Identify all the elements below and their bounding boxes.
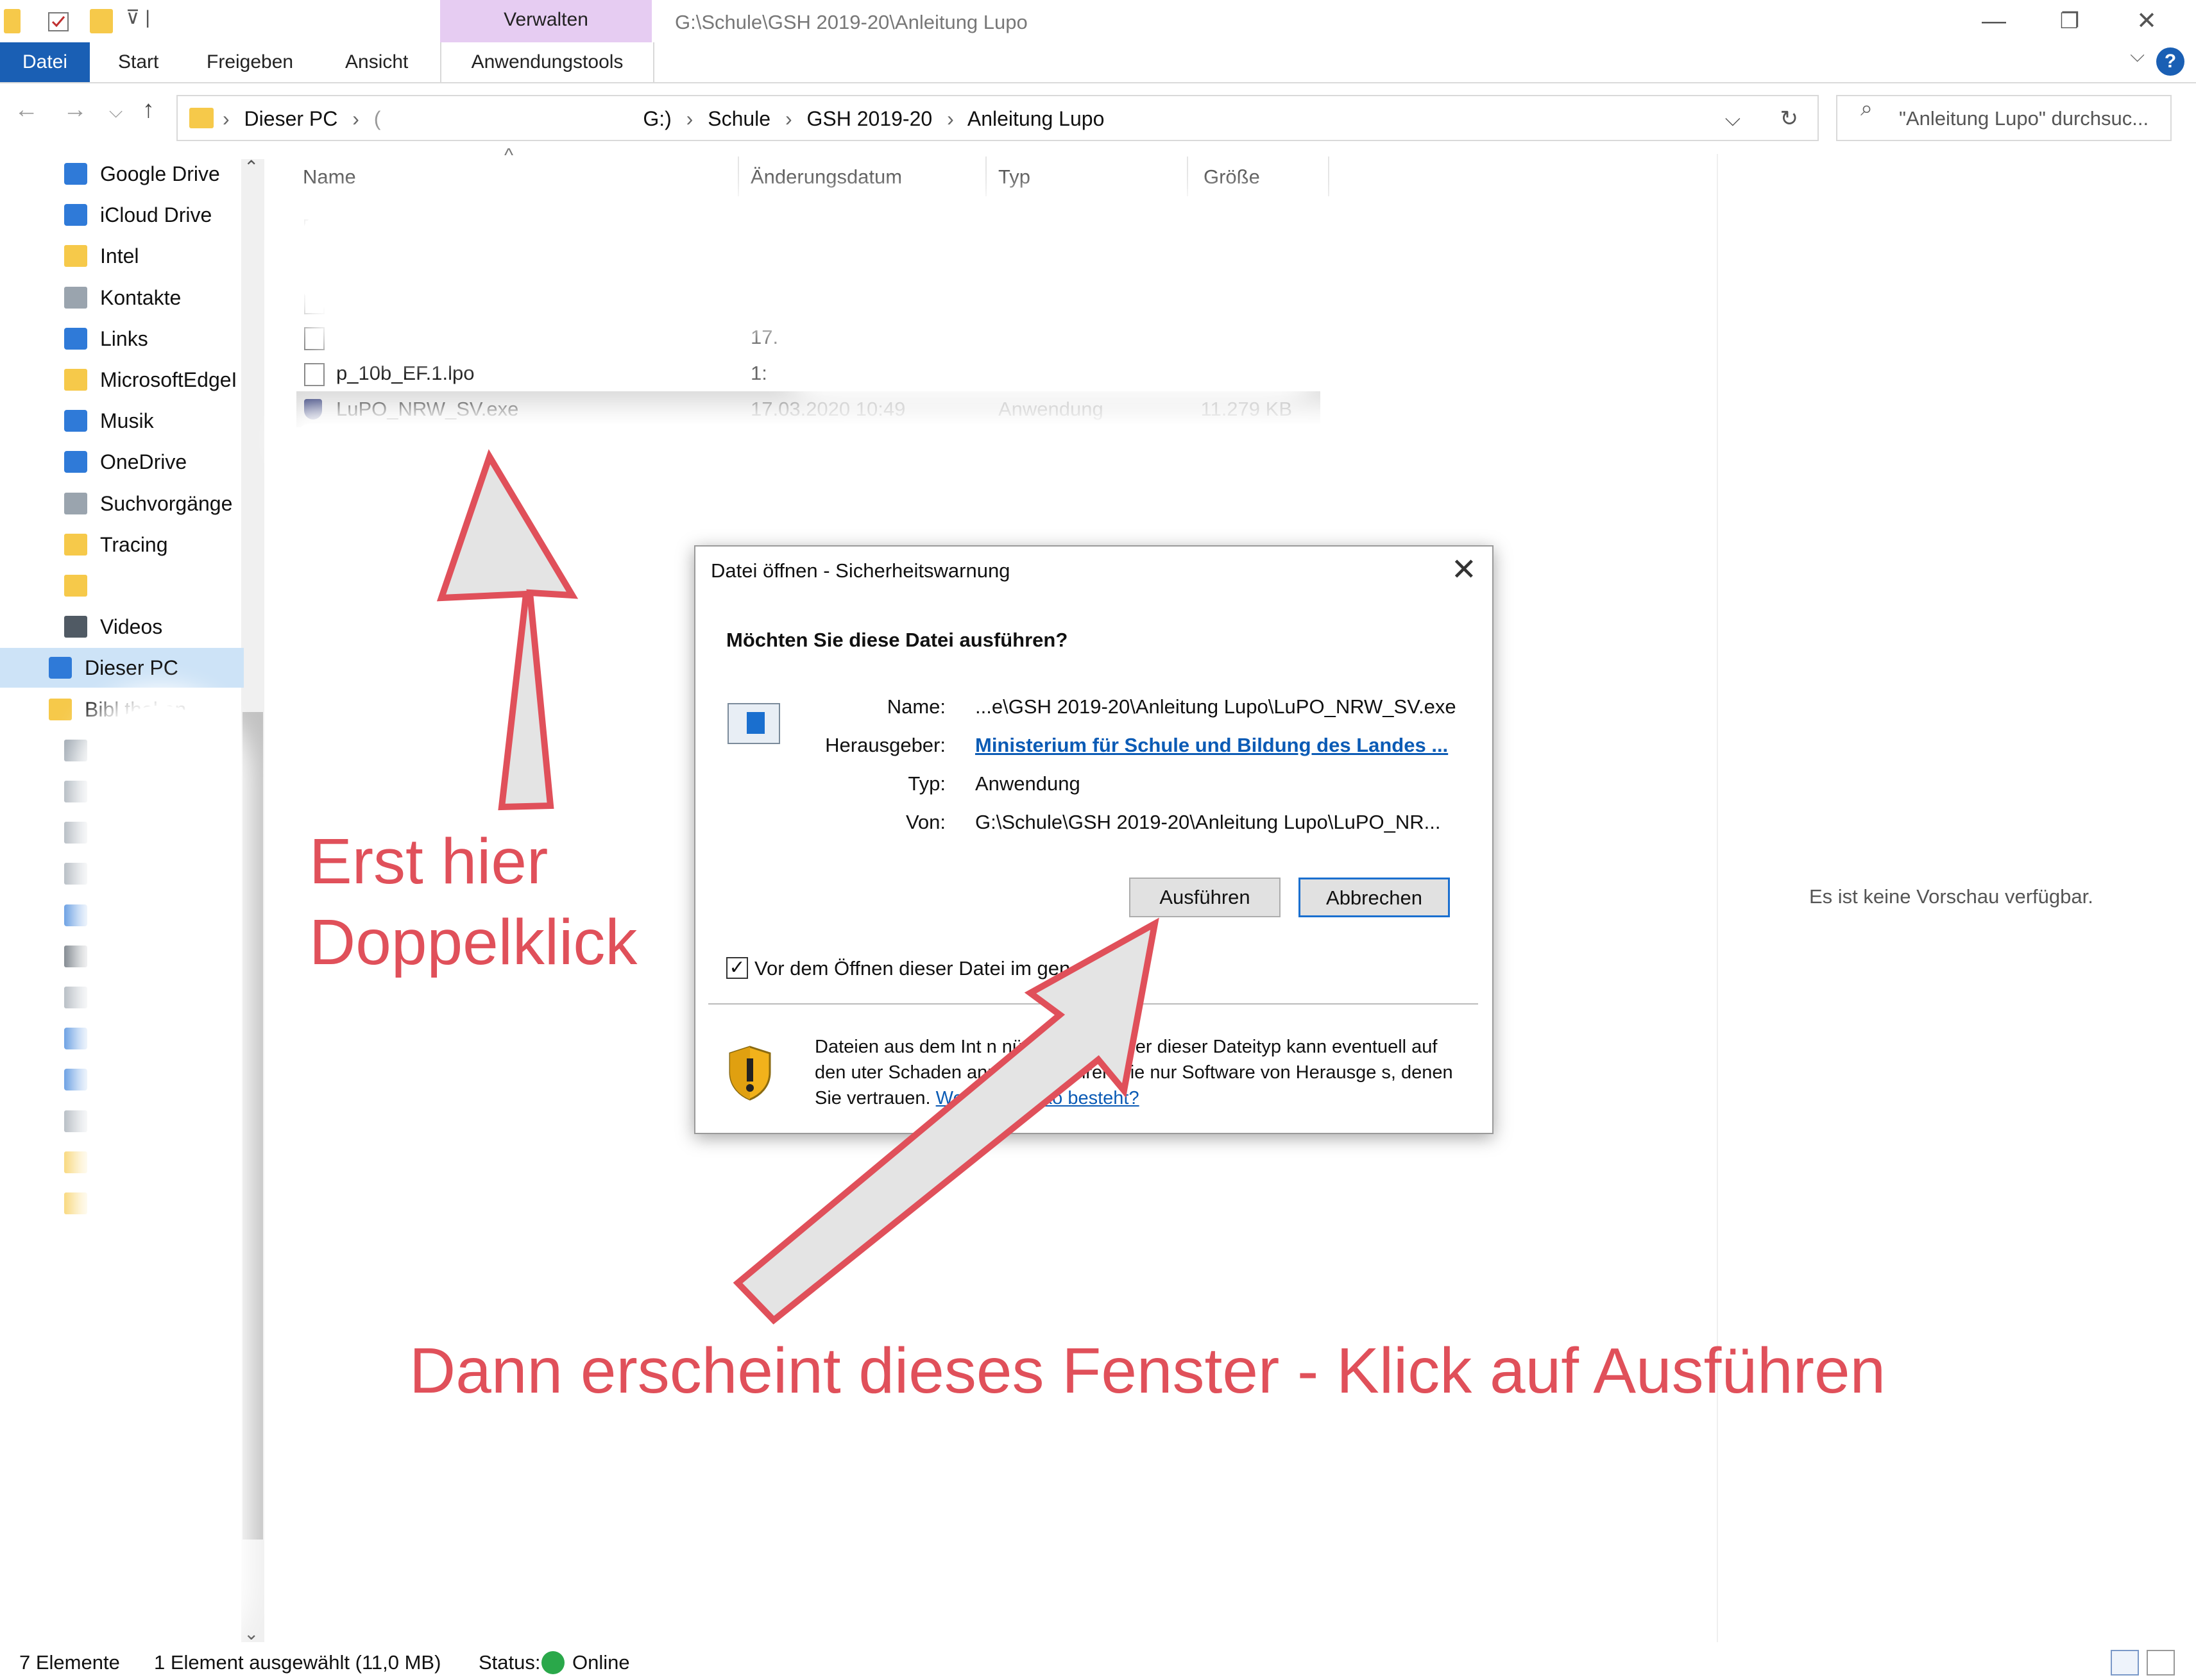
arrow-up-to-file [436,449,579,811]
sync-online-icon [541,1651,565,1674]
arrow-to-run-button [733,917,1159,1325]
annotation-double-click: Erst hier Doppelklick [309,821,637,983]
large-icons-view-icon[interactable] [2147,1650,2175,1676]
annotation-line: Doppelklick [309,906,638,978]
status-label: Status: [479,1651,541,1674]
selection-info: 1 Element ausgewählt (11,0 MB) [154,1651,441,1674]
status-bar: 7 Elemente 1 Element ausgewählt (11,0 MB… [0,1642,2196,1680]
annotation-line: Erst hier [309,826,549,897]
details-view-icon[interactable] [2111,1650,2139,1676]
item-count: 7 Elemente [19,1651,120,1674]
annotation-click-run: Dann erscheint dieses Fenster - Klick au… [409,1335,1886,1407]
status-value: Online [572,1651,630,1674]
